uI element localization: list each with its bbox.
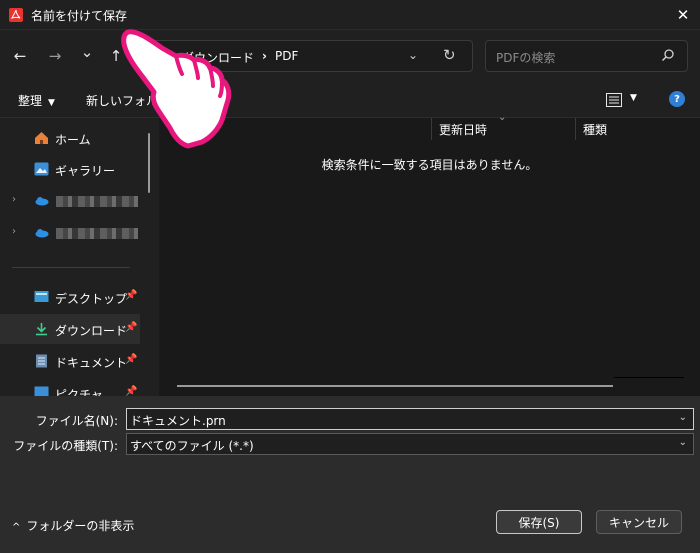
sidebar-item-downloads[interactable]: ダウンロード 📌 bbox=[0, 314, 140, 344]
chevron-down-icon[interactable]: ⌄ bbox=[679, 412, 687, 423]
forward-arrow-icon: → bbox=[48, 47, 62, 65]
recent-locations-button[interactable]: ⌄ bbox=[76, 41, 98, 63]
command-bar: 整理 ▼ 新しいフォル ▼ ? bbox=[0, 82, 700, 118]
back-arrow-icon: ← bbox=[13, 47, 27, 65]
pin-icon[interactable]: 📌 bbox=[125, 322, 137, 333]
hide-folders-label: フォルダーの非表示 bbox=[26, 519, 135, 533]
empty-message: 検索条件に一致する項目はありません。 bbox=[321, 158, 538, 172]
search-icon bbox=[661, 49, 674, 62]
close-button[interactable]: ✕ bbox=[666, 0, 700, 30]
save-button[interactable]: 保存(S) bbox=[496, 510, 582, 534]
pointing-hand-icon bbox=[121, 29, 232, 149]
pictures-icon bbox=[34, 386, 49, 396]
sidebar-item-documents[interactable]: ドキュメント 📌 bbox=[0, 346, 140, 376]
sidebar-item-gallery[interactable]: ギャラリー bbox=[0, 154, 140, 184]
sidebar-item-label: ダウンロード bbox=[55, 324, 128, 338]
onedrive-icon bbox=[35, 229, 49, 238]
sidebar-item-pictures[interactable]: ピクチャ 📌 bbox=[0, 378, 140, 396]
search-box[interactable]: PDFの検索 bbox=[485, 40, 688, 72]
navigation-bar: ← → ⌄ ↑ ダウンロード › PDF ⌄ ↻ PDFの検索 bbox=[0, 30, 700, 82]
forward-button[interactable]: → bbox=[44, 45, 66, 67]
sidebar-item-label: ホーム bbox=[55, 133, 91, 147]
sidebar-item-onedrive-2[interactable]: › bbox=[0, 218, 140, 248]
pin-icon[interactable]: 📌 bbox=[125, 290, 137, 301]
onedrive-icon bbox=[35, 197, 49, 206]
search-placeholder: PDFの検索 bbox=[496, 51, 556, 65]
filename-value: ドキュメント.prn bbox=[130, 414, 226, 428]
back-button[interactable]: ← bbox=[9, 45, 31, 67]
pin-icon[interactable]: 📌 bbox=[125, 354, 137, 365]
filename-input[interactable]: ドキュメント.prn ⌄ bbox=[126, 408, 694, 430]
help-icon[interactable]: ? bbox=[669, 91, 685, 107]
cancel-button[interactable]: キャンセル bbox=[596, 510, 682, 534]
close-icon: ✕ bbox=[676, 6, 690, 24]
pin-icon[interactable]: 📌 bbox=[125, 386, 137, 396]
address-dropdown-icon[interactable]: ⌄ bbox=[408, 48, 418, 62]
column-divider[interactable] bbox=[575, 118, 576, 140]
save-form: ファイル名(N): ドキュメント.prn ⌄ ファイルの種類(T): すべてのフ… bbox=[0, 396, 700, 553]
window-title: 名前を付けて保存 bbox=[31, 9, 128, 23]
sort-indicator-icon: ⌄ bbox=[498, 112, 507, 123]
column-header-modified[interactable]: 更新日時 bbox=[439, 118, 487, 140]
view-caret-icon[interactable]: ▼ bbox=[630, 93, 637, 103]
view-options-icon[interactable] bbox=[606, 93, 622, 107]
download-icon bbox=[36, 323, 47, 336]
hide-folders-toggle[interactable]: ^ フォルダーの非表示 bbox=[12, 517, 134, 534]
filetype-value: すべてのファイル (*.*) bbox=[130, 439, 254, 453]
breadcrumb-pdf[interactable]: PDF bbox=[275, 49, 298, 66]
chevron-down-icon[interactable]: ⌄ bbox=[679, 437, 687, 448]
column-header-type[interactable]: 種類 bbox=[583, 118, 607, 140]
filetype-label: ファイルの種類(T): bbox=[13, 439, 118, 453]
breadcrumb-separator: › bbox=[262, 49, 267, 63]
redacted-account-name bbox=[56, 228, 138, 239]
filetype-select[interactable]: すべてのファイル (*.*) ⌄ bbox=[126, 433, 694, 455]
sidebar-item-label: ギャラリー bbox=[55, 164, 116, 178]
sidebar-item-label: ドキュメント bbox=[55, 356, 128, 370]
filename-label: ファイル名(N): bbox=[35, 414, 118, 428]
scrollbar-track-end bbox=[614, 377, 684, 378]
sidebar-item-label: ピクチャ bbox=[55, 388, 103, 396]
horizontal-scrollbar[interactable] bbox=[177, 385, 613, 387]
chevron-up-icon: ^ bbox=[12, 522, 21, 533]
navigation-pane: ホーム ギャラリー › › デスクトップ 📌 ダウンロード 📌 ドキュメント 📌… bbox=[0, 118, 158, 396]
pdf-app-icon bbox=[9, 8, 23, 22]
home-icon bbox=[35, 132, 48, 144]
organize-label: 整理 bbox=[18, 94, 43, 108]
title-bar: 名前を付けて保存 ✕ bbox=[0, 0, 700, 30]
refresh-icon[interactable]: ↻ bbox=[443, 46, 456, 64]
column-divider[interactable] bbox=[431, 118, 432, 140]
file-list: ⌄ 更新日時 種類 検索条件に一致する項目はありません。 bbox=[159, 112, 700, 396]
document-icon bbox=[36, 354, 47, 368]
redacted-account-name bbox=[56, 196, 138, 207]
sidebar-item-onedrive-1[interactable]: › bbox=[0, 186, 140, 216]
sidebar-item-label: デスクトップ bbox=[55, 292, 128, 306]
caret-down-icon: ▼ bbox=[48, 98, 55, 108]
desktop-icon bbox=[34, 291, 49, 302]
expand-chevron-icon[interactable]: › bbox=[12, 194, 16, 205]
organize-button[interactable]: 整理 ▼ bbox=[18, 92, 55, 109]
sidebar-divider bbox=[12, 267, 130, 268]
chevron-down-icon: ⌄ bbox=[80, 43, 94, 61]
sidebar-item-desktop[interactable]: デスクトップ 📌 bbox=[0, 282, 140, 312]
expand-chevron-icon[interactable]: › bbox=[12, 226, 16, 237]
gallery-icon bbox=[34, 162, 49, 176]
